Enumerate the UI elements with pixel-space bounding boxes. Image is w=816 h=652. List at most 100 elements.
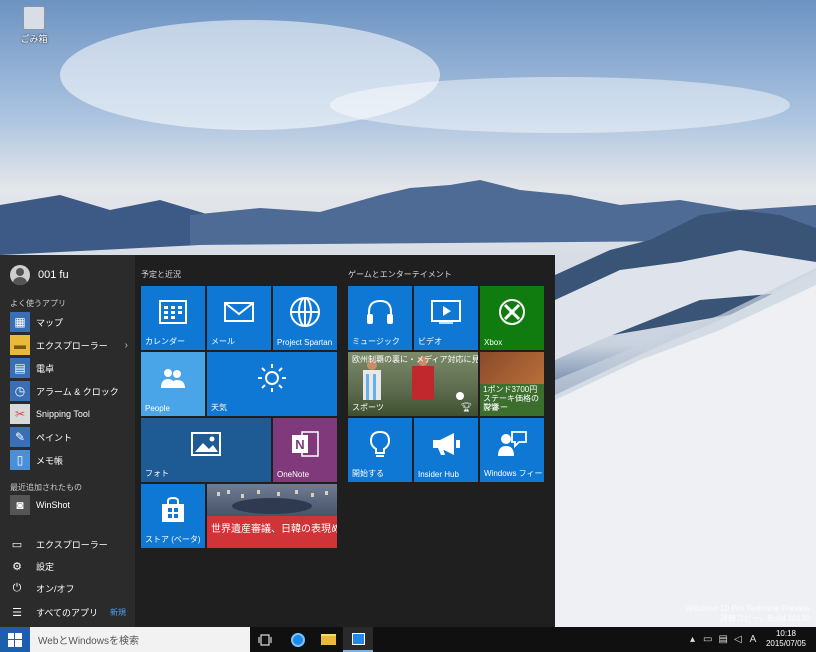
tile-label: ビデオ	[418, 337, 442, 346]
sun-icon	[207, 352, 337, 404]
taskbar: WebとWindowsを検索 ▴ ▭ ▤ ◁ A 10:18 2015/07/0…	[0, 627, 816, 652]
task-view-icon	[258, 633, 272, 646]
app-item-snipping-tool[interactable]: ✂ Snipping Tool	[10, 404, 128, 424]
trophy-icon: 🏆︎	[460, 402, 472, 412]
build-watermark: Windows 10 Pro Technical Preview 評価コピー。B…	[686, 604, 810, 624]
news-headline: 世界遺産審議、日韓の表現めぐ	[211, 524, 337, 535]
app-label: Snipping Tool	[36, 409, 90, 419]
app-item-notepad[interactable]: ▯ メモ帳	[10, 450, 128, 470]
feedback-icon	[480, 418, 544, 470]
taskbar-store[interactable]	[343, 627, 373, 652]
onenote-icon: N	[273, 418, 337, 470]
tile-label: People	[145, 404, 170, 413]
system-label: エクスプローラー	[36, 540, 108, 550]
gear-icon: ⚙	[12, 561, 22, 573]
store-bag-icon	[141, 484, 205, 536]
folder-icon	[320, 634, 336, 645]
tile-insider-hub[interactable]: Insider Hub	[414, 418, 478, 482]
system-item-all-apps[interactable]: ☰ すべてのアプリ	[10, 606, 98, 619]
system-item-settings[interactable]: ⚙ 設定	[10, 560, 54, 573]
tile-sports[interactable]: 欧州制覇の裏に・メディア対応に見 スポーツ 🏆︎	[348, 352, 478, 416]
ime-indicator[interactable]: A	[750, 634, 757, 645]
lightbulb-icon	[348, 418, 412, 470]
tile-tips[interactable]: 開始する	[348, 418, 412, 482]
notepad-icon: ▯	[10, 450, 30, 470]
system-label: すべてのアプリ	[36, 608, 99, 618]
tile-label: マネー	[484, 403, 508, 412]
system-item-explorer[interactable]: ▭ エクスプローラー	[10, 538, 108, 551]
tile-label: フォト	[145, 469, 169, 478]
clock[interactable]: 10:18 2015/07/05	[766, 629, 806, 649]
recycle-bin-icon	[23, 6, 45, 30]
tile-label: 開始する	[352, 469, 384, 478]
folder-icon: ▬	[10, 335, 30, 355]
tile-photos[interactable]: フォト	[141, 418, 271, 482]
tile-label: メール	[211, 337, 235, 346]
app-label: アラーム & クロック	[36, 386, 119, 397]
tile-label: Xbox	[484, 338, 503, 347]
tile-music[interactable]: ミュージック	[348, 286, 412, 350]
avatar	[10, 265, 30, 285]
tile-store[interactable]: ストア (ベータ)	[141, 484, 205, 548]
app-item-calculator[interactable]: ▤ 電卓	[10, 358, 128, 378]
people-icon	[141, 352, 205, 404]
tile-onenote[interactable]: N OneNote	[273, 418, 337, 482]
tile-label: Windows フィードバック	[484, 469, 544, 478]
power-icon: ⏻	[12, 582, 22, 594]
tile-calendar[interactable]: カレンダー	[141, 286, 205, 350]
watermark-line1: Windows 10 Pro Technical Preview	[685, 604, 810, 613]
video-play-icon	[414, 286, 478, 338]
tile-label: OneNote	[277, 470, 310, 479]
chevron-right-icon[interactable]: ›	[125, 340, 128, 351]
store-bag-icon	[351, 632, 365, 645]
system-item-power[interactable]: ⏻ オン/オフ	[10, 582, 75, 595]
tile-video[interactable]: ビデオ	[414, 286, 478, 350]
recycle-bin-desktop-icon[interactable]: ごみ箱	[16, 6, 52, 45]
tile-xbox[interactable]: Xbox	[480, 286, 544, 350]
app-label: WinShot	[36, 500, 71, 510]
app-item-winshot[interactable]: ◙ WinShot	[10, 495, 128, 515]
taskbar-explorer[interactable]	[313, 627, 343, 652]
tile-news[interactable]: 世界遺産審議、日韓の表現めぐ	[207, 484, 337, 548]
app-label: マップ	[36, 317, 64, 328]
start-menu: 001 fu よく使うアプリ ▦ マップ ▬ エクスプローラー › ▤ 電卓 ◷…	[0, 255, 555, 627]
chevron-up-icon[interactable]: ▴	[690, 634, 695, 645]
tile-people[interactable]: People	[141, 352, 205, 416]
app-item-explorer[interactable]: ▬ エクスプローラー ›	[10, 335, 128, 355]
sports-headline: 欧州制覇の裏に・メディア対応に見	[352, 355, 478, 364]
app-item-paint[interactable]: ✎ ペイント	[10, 427, 128, 447]
notification-icon[interactable]: ▭	[703, 634, 712, 645]
app-item-alarm[interactable]: ◷ アラーム & クロック	[10, 381, 128, 401]
scissors-icon: ✂	[10, 404, 30, 424]
tile-label: Project Spartan	[277, 338, 333, 347]
app-label: エクスプローラー	[36, 340, 108, 351]
start-button[interactable]	[0, 627, 30, 652]
tile-money[interactable]: 1ポンド3700円 ステーキ価格の影響 マネー	[480, 352, 544, 416]
tile-project-spartan[interactable]: Project Spartan	[273, 286, 337, 350]
tile-windows-feedback[interactable]: Windows フィードバック	[480, 418, 544, 482]
recently-added-heading: 最近追加されたもの	[10, 483, 82, 492]
user-account[interactable]: 001 fu	[10, 265, 69, 285]
camera-icon: ◙	[10, 495, 30, 515]
tile-label: ストア (ベータ)	[145, 535, 201, 544]
search-box[interactable]: WebとWindowsを検索	[30, 627, 250, 652]
taskbar-ie[interactable]	[283, 627, 313, 652]
megaphone-icon	[414, 418, 478, 470]
system-label: オン/オフ	[36, 584, 75, 594]
system-tray: ▴ ▭ ▤ ◁ A	[690, 627, 756, 652]
group-title-games: ゲームとエンターテイメント	[348, 270, 452, 279]
task-view-button[interactable]	[250, 627, 280, 652]
tile-label: 天気	[211, 403, 227, 412]
group-title-schedule: 予定と近況	[141, 270, 181, 279]
list-icon: ☰	[12, 607, 22, 619]
paint-icon: ✎	[10, 427, 30, 447]
volume-icon[interactable]: ◁	[734, 634, 742, 645]
recycle-bin-label: ごみ箱	[20, 34, 48, 44]
browser-icon	[291, 632, 305, 647]
tile-mail[interactable]: メール	[207, 286, 271, 350]
tile-weather[interactable]: 天気	[207, 352, 337, 416]
user-name: 001 fu	[38, 269, 69, 281]
app-item-maps[interactable]: ▦ マップ	[10, 312, 128, 332]
network-icon[interactable]: ▤	[718, 634, 727, 645]
search-placeholder: WebとWindowsを検索	[38, 636, 139, 647]
